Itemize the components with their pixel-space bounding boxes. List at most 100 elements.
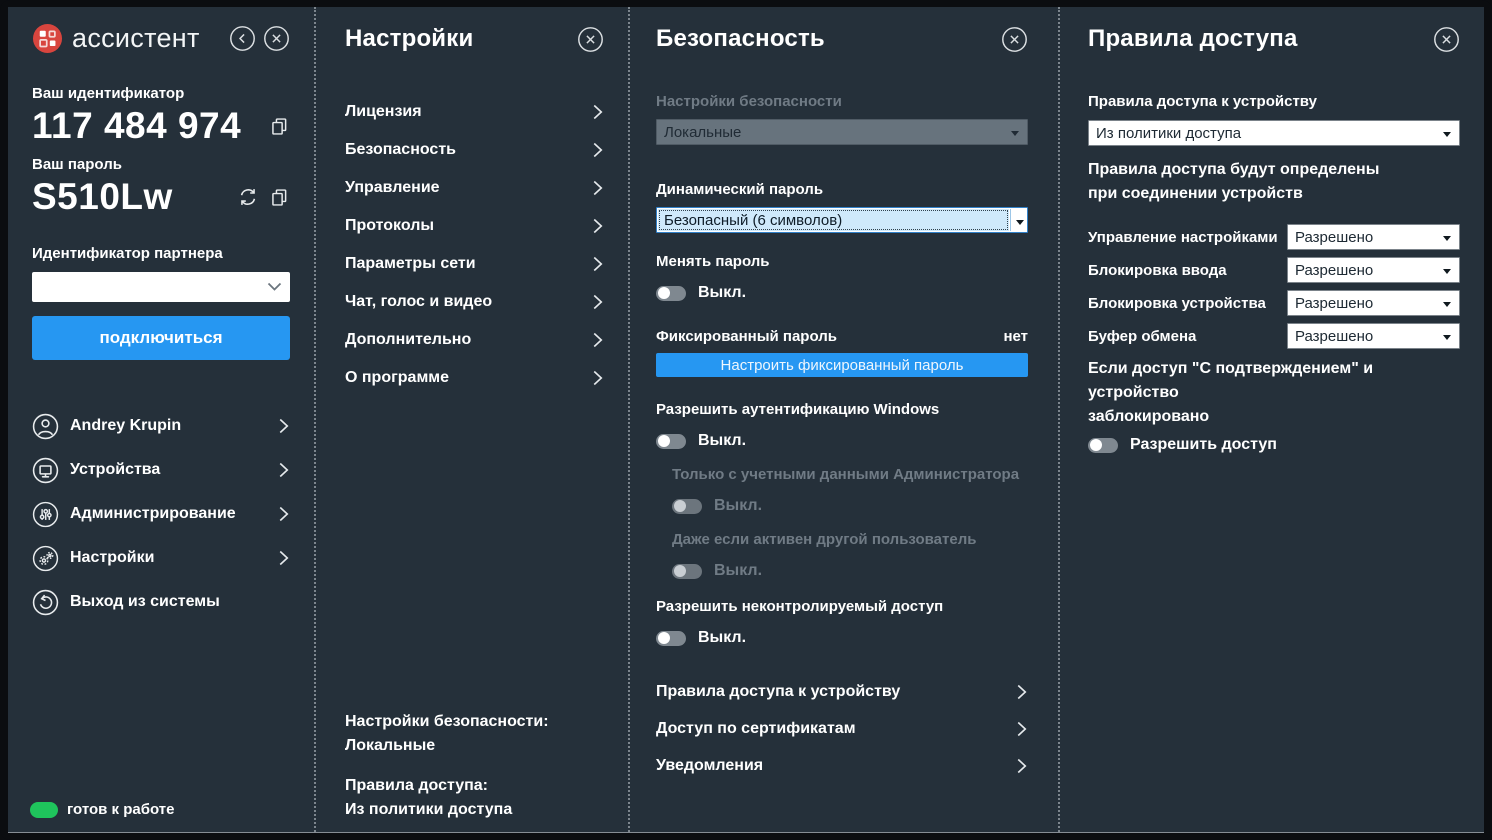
security-settings-value: Локальные [664, 124, 741, 141]
sidebar-item-label: Устройства [70, 461, 160, 479]
sidebar-item-label: Настройки [70, 549, 154, 567]
chevron-right-icon [277, 505, 290, 523]
link-device-access-rules[interactable]: Правила доступа к устройству [656, 673, 1028, 710]
footer-access-label: Правила доступа: [345, 774, 549, 798]
link-label: Уведомления [656, 757, 763, 775]
dynamic-password-value: Безопасный (6 символов) [658, 209, 1009, 231]
rule-settings-management-select[interactable]: Разрешено [1287, 224, 1460, 250]
chevron-right-icon [591, 103, 604, 121]
sidebar-item-administration[interactable]: Администрирование [32, 492, 290, 536]
partner-id-label: Идентификатор партнера [32, 245, 290, 262]
access-rules-close-icon[interactable] [1433, 26, 1460, 53]
change-password-state: Выкл. [698, 284, 746, 302]
copy-password-icon[interactable] [269, 187, 290, 208]
settings-item-management[interactable]: Управление [345, 169, 604, 207]
chevron-right-icon [591, 369, 604, 387]
sidebar-item-logout[interactable]: Выход из системы [32, 580, 290, 624]
your-id-label: Ваш идентификатор [32, 85, 290, 102]
settings-item-protocols[interactable]: Протоколы [345, 207, 604, 245]
rule-device-blocking-select[interactable]: Разрешено [1287, 290, 1460, 316]
other-user-active-state: Выкл. [714, 562, 762, 580]
sidebar-item-account[interactable]: Andrey Krupin [32, 404, 290, 448]
dropdown-arrow-button[interactable] [1010, 209, 1027, 231]
settings-item-chat-voice-video[interactable]: Чат, голос и видео [345, 283, 604, 321]
other-user-active-toggle [672, 564, 702, 579]
dropdown-arrow-icon [1443, 335, 1451, 340]
your-password-value: S510Lw [32, 175, 173, 219]
configure-fixed-password-button[interactable]: Настроить фиксированный пароль [656, 353, 1028, 377]
allow-access-label: Разрешить доступ [1130, 436, 1277, 454]
chevron-right-icon [591, 255, 604, 273]
settings-panel-title: Настройки [345, 25, 473, 53]
user-icon [32, 413, 59, 440]
unattended-access-state: Выкл. [698, 629, 746, 647]
rule-input-blocking: Блокировка ввода Разрешено [1088, 257, 1460, 283]
settings-item-network[interactable]: Параметры сети [345, 245, 604, 283]
settings-item-label: Протоколы [345, 217, 434, 235]
close-icon[interactable] [263, 25, 290, 52]
collapse-back-icon[interactable] [229, 25, 256, 52]
link-label: Доступ по сертификатам [656, 720, 856, 738]
rule-input-blocking-select[interactable]: Разрешено [1287, 257, 1460, 283]
chevron-right-icon [277, 417, 290, 435]
device-access-select[interactable]: Из политики доступа [1088, 120, 1460, 146]
windows-auth-state: Выкл. [698, 432, 746, 450]
link-certificate-access[interactable]: Доступ по сертификатам [656, 710, 1028, 747]
note-line-2: при соединении устройств [1088, 182, 1460, 206]
windows-auth-toggle[interactable] [656, 434, 686, 449]
partner-id-input[interactable] [32, 272, 290, 302]
app-title: ассистент [72, 23, 200, 54]
admin-credentials-label: Только с учетными данными Администратора [672, 466, 1028, 483]
access-rules-list: Управление настройками Разрешено Блокиро… [1088, 224, 1460, 349]
footer-security-label: Настройки безопасности: [345, 710, 549, 734]
settings-item-label: О программе [345, 369, 449, 387]
devices-icon [32, 457, 59, 484]
connect-button[interactable]: подключиться [32, 316, 290, 360]
windows-auth-label: Разрешить аутентификацию Windows [656, 401, 1028, 418]
rule-label: Буфер обмена [1088, 328, 1196, 345]
rule-value: Разрешено [1295, 229, 1373, 246]
chevron-right-icon [277, 461, 290, 479]
fixed-password-status: нет [1003, 328, 1028, 345]
note-line-1: Правила доступа будут определены [1088, 158, 1460, 182]
settings-item-about[interactable]: О программе [345, 359, 604, 397]
dropdown-arrow-icon [1011, 131, 1019, 136]
chevron-right-icon [591, 179, 604, 197]
connection-status: готов к работе [30, 801, 174, 818]
rule-settings-management: Управление настройками Разрешено [1088, 224, 1460, 250]
copy-id-icon[interactable] [269, 116, 290, 137]
chevron-right-icon [1015, 720, 1028, 738]
rule-clipboard-select[interactable]: Разрешено [1287, 323, 1460, 349]
allow-access-toggle[interactable] [1088, 438, 1118, 453]
access-rules-panel: Правила доступа Правила доступа к устрой… [1058, 7, 1484, 832]
sidebar-item-settings[interactable]: Настройки [32, 536, 290, 580]
security-close-icon[interactable] [1001, 26, 1028, 53]
settings-panel: Настройки Лицензия Безопасность [314, 7, 628, 832]
sidebar-item-devices[interactable]: Устройства [32, 448, 290, 492]
settings-item-security[interactable]: Безопасность [345, 131, 604, 169]
dynamic-password-select[interactable]: Безопасный (6 символов) [656, 207, 1028, 233]
settings-item-advanced[interactable]: Дополнительно [345, 321, 604, 359]
admin-credentials-toggle [672, 499, 702, 514]
partner-id-combobox[interactable] [32, 272, 290, 302]
sidebar-item-label: Администрирование [70, 505, 236, 523]
settings-close-icon[interactable] [577, 26, 604, 53]
settings-item-label: Чат, голос и видео [345, 293, 492, 311]
change-password-toggle[interactable] [656, 286, 686, 301]
unattended-access-label: Разрешить неконтролируемый доступ [656, 598, 1028, 615]
admin-credentials-state: Выкл. [714, 497, 762, 515]
link-notifications[interactable]: Уведомления [656, 747, 1028, 784]
change-password-label: Менять пароль [656, 253, 1028, 270]
dynamic-password-label: Динамический пароль [656, 181, 1028, 198]
unattended-access-toggle[interactable] [656, 631, 686, 646]
chevron-right-icon [277, 549, 290, 567]
footer-access-value: Из политики доступа [345, 798, 549, 822]
security-settings-select: Локальные [656, 119, 1028, 145]
partner-id-chevron-down-icon[interactable] [267, 282, 282, 292]
security-links: Правила доступа к устройству Доступ по с… [656, 673, 1028, 784]
refresh-password-icon[interactable] [237, 186, 259, 208]
other-user-active-label: Даже если активен другой пользователь [672, 531, 1028, 548]
settings-item-license[interactable]: Лицензия [345, 93, 604, 131]
rule-label: Блокировка ввода [1088, 262, 1227, 279]
dropdown-arrow-icon [1443, 132, 1451, 137]
